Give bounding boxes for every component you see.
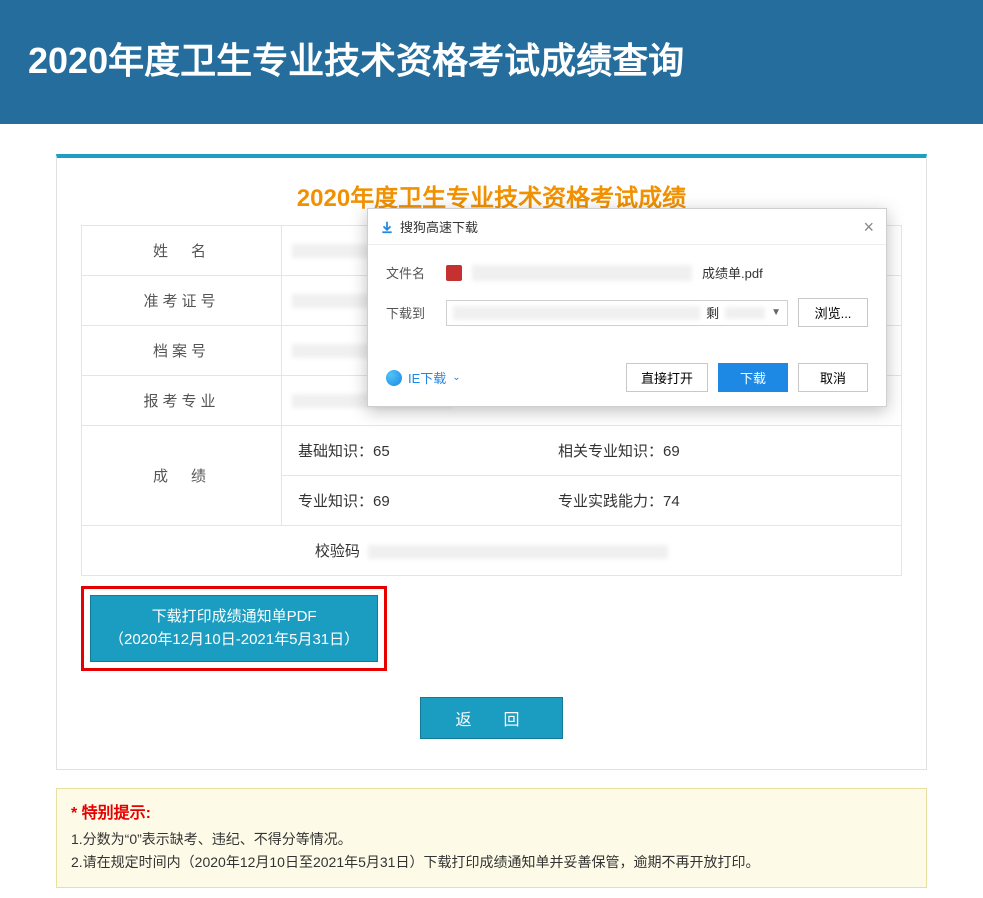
ie-icon: [386, 370, 402, 386]
back-button[interactable]: 返 回: [420, 697, 562, 739]
remaining-prefix: 剩: [706, 303, 719, 322]
label-file-no: 档案号: [82, 326, 282, 376]
label-score: 成 绩: [82, 426, 282, 526]
notice-box: * 特别提示: 1.分数为“0”表示缺考、违纪、不得分等情况。 2.请在规定时间…: [56, 788, 927, 888]
download-icon: [380, 220, 394, 234]
ie-download-link[interactable]: IE下载 ⌄: [386, 368, 461, 387]
notice-line-2: 2.请在规定时间内（2020年12月10日至2021年5月31日）下载打印成绩通…: [71, 852, 912, 872]
download-path-select[interactable]: 剩 ▼: [446, 300, 788, 326]
row-check: 校验码: [82, 526, 902, 576]
filename-label: 文件名: [386, 263, 436, 282]
filename-blur: [472, 265, 692, 281]
browse-button[interactable]: 浏览...: [798, 298, 868, 327]
downloadto-row: 下载到 剩 ▼ 浏览...: [386, 298, 868, 327]
label-ticket: 准考证号: [82, 276, 282, 326]
content: 2020年度卫生专业技术资格考试成绩 姓 名 准考证号 档案号 报考专业 成 绩: [0, 124, 983, 898]
filename-suffix: 成绩单.pdf: [702, 263, 763, 282]
dialog-title: 搜狗高速下载: [400, 217, 478, 236]
chevron-down-icon: ⌄: [452, 372, 460, 383]
notice-head: * 特别提示:: [71, 799, 912, 823]
download-pdf-button[interactable]: 下载打印成绩通知单PDF （2020年12月10日-2021年5月31日）: [90, 595, 378, 662]
score-practice: 专业实践能力：74: [558, 490, 758, 511]
score-basic: 基础知识：65: [298, 440, 498, 461]
open-direct-button[interactable]: 直接打开: [626, 363, 708, 392]
filename-row: 文件名 成绩单.pdf: [386, 263, 868, 282]
pdf-icon: [446, 265, 462, 281]
score-pro: 专业知识：69: [298, 490, 498, 511]
score-related: 相关专业知识：69: [558, 440, 758, 461]
banner-title: 2020年度卫生专业技术资格考试成绩查询: [28, 40, 684, 81]
downloadto-label: 下载到: [386, 303, 436, 322]
pdf-button-highlight: 下载打印成绩通知单PDF （2020年12月10日-2021年5月31日）: [81, 586, 387, 671]
page-banner: 2020年度卫生专业技术资格考试成绩查询: [0, 0, 983, 124]
close-icon[interactable]: ×: [863, 218, 874, 236]
dialog-titlebar: 搜狗高速下载 ×: [368, 209, 886, 245]
download-dialog: 搜狗高速下载 × 文件名 成绩单.pdf 下载到 剩 ▼: [367, 208, 887, 407]
download-button[interactable]: 下载: [718, 363, 788, 392]
label-name: 姓 名: [82, 226, 282, 276]
result-card: 2020年度卫生专业技术资格考试成绩 姓 名 准考证号 档案号 报考专业 成 绩: [56, 154, 927, 770]
cancel-button[interactable]: 取消: [798, 363, 868, 392]
chevron-down-icon: ▼: [771, 307, 781, 318]
label-major: 报考专业: [82, 376, 282, 426]
notice-line-1: 1.分数为“0”表示缺考、违纪、不得分等情况。: [71, 829, 912, 849]
row-score: 成 绩 基础知识：65 相关专业知识：69: [82, 426, 902, 476]
label-check: 校验码: [315, 543, 360, 560]
